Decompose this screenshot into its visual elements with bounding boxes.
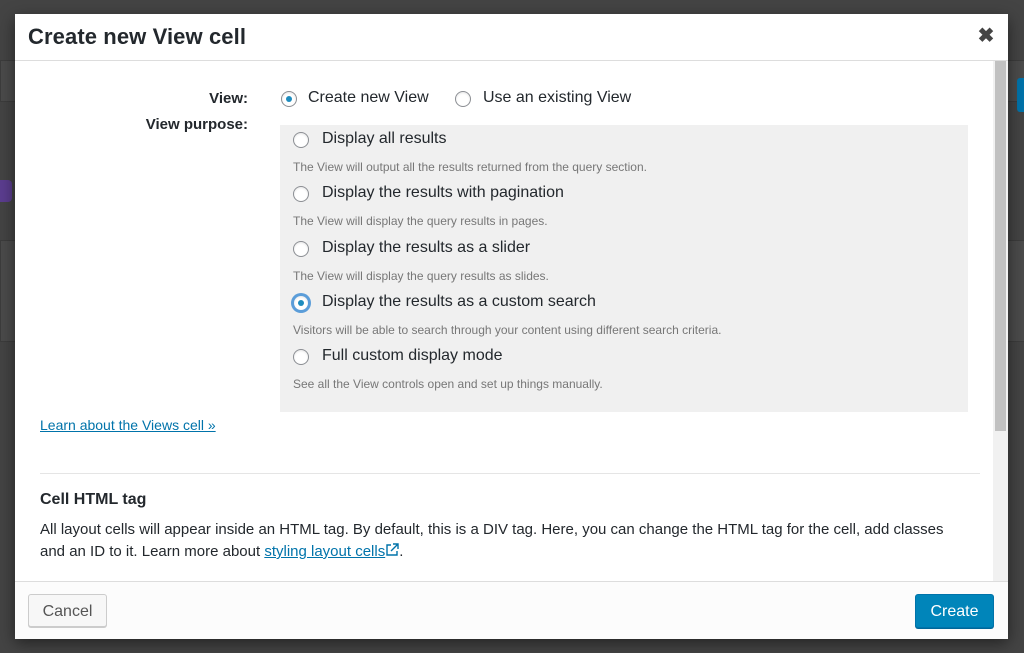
background-badge bbox=[0, 180, 12, 202]
styling-layout-cells-link-text[interactable]: styling layout cells bbox=[264, 543, 385, 560]
cell-html-tag-title: Cell HTML tag bbox=[40, 491, 147, 508]
external-link-icon bbox=[386, 543, 399, 556]
radio-display-all-results[interactable] bbox=[293, 132, 309, 148]
radio-display-pagination[interactable] bbox=[293, 186, 309, 202]
cancel-button[interactable]: Cancel bbox=[28, 594, 107, 627]
background-button bbox=[1017, 78, 1024, 112]
view-purpose-label: View purpose: bbox=[145, 116, 248, 133]
cell-html-tag-text: All layout cells will appear inside an H… bbox=[40, 521, 944, 560]
dialog-title: Create new View cell bbox=[28, 24, 247, 49]
dialog-footer: Cancel Create bbox=[15, 581, 1008, 639]
create-button[interactable]: Create bbox=[915, 594, 994, 628]
display-pagination-description: The View will display the query results … bbox=[293, 214, 548, 228]
radio-display-slider[interactable] bbox=[293, 241, 309, 257]
create-new-view-label[interactable]: Create new View bbox=[308, 89, 429, 107]
full-custom-display-label[interactable]: Full custom display mode bbox=[322, 347, 503, 365]
display-custom-search-label[interactable]: Display the results as a custom search bbox=[322, 293, 596, 311]
close-icon[interactable]: ✖ bbox=[976, 26, 996, 46]
cell-html-tag-description: All layout cells will appear inside an H… bbox=[40, 519, 960, 563]
learn-views-cell-link[interactable]: Learn about the Views cell » bbox=[40, 417, 216, 433]
dialog-body: View: Create new View Use an existing Vi… bbox=[15, 61, 993, 581]
radio-create-new-view[interactable] bbox=[281, 91, 297, 107]
radio-use-existing-view[interactable] bbox=[455, 91, 471, 107]
display-pagination-label[interactable]: Display the results with pagination bbox=[322, 184, 564, 202]
styling-layout-cells-link[interactable]: styling layout cells bbox=[264, 543, 399, 560]
dialog-scrollbar[interactable] bbox=[993, 61, 1008, 581]
display-all-results-description: The View will output all the results ret… bbox=[293, 160, 647, 174]
view-purpose-options: Display all results The View will output… bbox=[280, 125, 968, 412]
display-slider-label[interactable]: Display the results as a slider bbox=[322, 239, 530, 257]
radio-display-custom-search[interactable] bbox=[293, 295, 309, 311]
display-all-results-label[interactable]: Display all results bbox=[322, 130, 446, 148]
dialog-header: Create new View cell ✖ bbox=[15, 14, 1008, 61]
section-divider bbox=[40, 473, 980, 474]
use-existing-view-label[interactable]: Use an existing View bbox=[483, 89, 631, 107]
view-label: View: bbox=[209, 90, 248, 107]
display-slider-description: The View will display the query results … bbox=[293, 269, 549, 283]
radio-full-custom-display[interactable] bbox=[293, 349, 309, 365]
full-custom-display-description: See all the View controls open and set u… bbox=[293, 377, 603, 391]
scrollbar-thumb[interactable] bbox=[995, 61, 1006, 431]
create-view-cell-dialog: Create new View cell ✖ View: Create new … bbox=[15, 14, 1008, 639]
cell-html-tag-text-end: . bbox=[399, 543, 404, 560]
display-custom-search-description: Visitors will be able to search through … bbox=[293, 323, 722, 337]
